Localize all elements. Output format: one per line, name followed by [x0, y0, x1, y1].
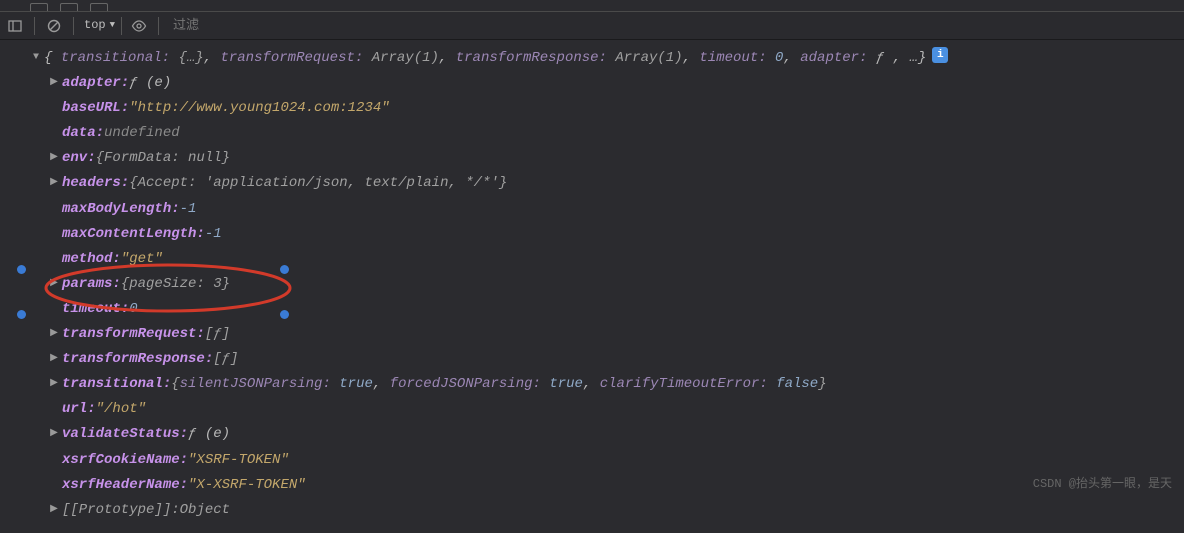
- annotation-handle: [280, 265, 289, 274]
- prop-timeout[interactable]: timeout: 0: [0, 297, 1184, 322]
- prop-maxcontentlength[interactable]: maxContentLength: -1: [0, 222, 1184, 247]
- expand-arrow-icon[interactable]: [30, 47, 42, 69]
- expand-arrow-icon[interactable]: [48, 323, 60, 345]
- filter-input[interactable]: 过滤: [167, 15, 199, 36]
- prop-prototype[interactable]: [[Prototype]]: Object: [0, 498, 1184, 523]
- info-badge-icon[interactable]: i: [932, 47, 948, 63]
- prop-params[interactable]: params: {pageSize: 3}: [0, 272, 1184, 297]
- prop-baseurl[interactable]: baseURL: "http://www.young1024.com:1234": [0, 96, 1184, 121]
- prop-url[interactable]: url: "/hot": [0, 397, 1184, 422]
- object-summary-row[interactable]: { transitional: {…}, transformRequest: A…: [0, 46, 1184, 71]
- prop-xsrfcookiename[interactable]: xsrfCookieName: "XSRF-TOKEN": [0, 448, 1184, 473]
- prop-transformresponse[interactable]: transformResponse: [ƒ]: [0, 347, 1184, 372]
- prop-transitional[interactable]: transitional: {silentJSONParsing: true, …: [0, 372, 1184, 397]
- annotation-handle: [17, 310, 26, 319]
- prop-transformrequest[interactable]: transformRequest: [ƒ]: [0, 322, 1184, 347]
- expand-arrow-icon[interactable]: [48, 147, 60, 169]
- prop-data[interactable]: data: undefined: [0, 121, 1184, 146]
- expand-arrow-icon[interactable]: [48, 373, 60, 395]
- watermark: CSDN @抬头第一眼，是天: [1033, 475, 1172, 495]
- prop-method[interactable]: method: "get": [0, 247, 1184, 272]
- prop-env[interactable]: env: {FormData: null}: [0, 146, 1184, 171]
- prop-validatestatus[interactable]: validateStatus: ƒ (e): [0, 422, 1184, 447]
- expand-arrow-icon[interactable]: [48, 348, 60, 370]
- console-toolbar: top ▼ 过滤: [0, 12, 1184, 40]
- clear-console-icon[interactable]: [43, 15, 65, 37]
- annotation-handle: [17, 265, 26, 274]
- execution-context-selector[interactable]: top ▼: [82, 17, 122, 35]
- prop-adapter[interactable]: adapter: ƒ (e): [0, 71, 1184, 96]
- expand-arrow-icon[interactable]: [48, 423, 60, 445]
- live-expression-icon[interactable]: [128, 15, 150, 37]
- tabs-stub: [0, 0, 1184, 12]
- context-label: top: [84, 16, 106, 36]
- chevron-down-icon: ▼: [110, 18, 115, 33]
- sidebar-toggle-icon[interactable]: [4, 15, 26, 37]
- expand-arrow-icon[interactable]: [48, 499, 60, 521]
- prop-maxbodylength[interactable]: maxBodyLength: -1: [0, 197, 1184, 222]
- prop-headers[interactable]: headers: {Accept: 'application/json, tex…: [0, 171, 1184, 196]
- expand-arrow-icon[interactable]: [48, 72, 60, 94]
- annotation-handle: [280, 310, 289, 319]
- console-output: { transitional: {…}, transformRequest: A…: [0, 40, 1184, 533]
- prop-xsrfheadername[interactable]: xsrfHeaderName: "X-XSRF-TOKEN": [0, 473, 1184, 498]
- expand-arrow-icon[interactable]: [48, 172, 60, 194]
- expand-arrow-icon[interactable]: [48, 273, 60, 295]
